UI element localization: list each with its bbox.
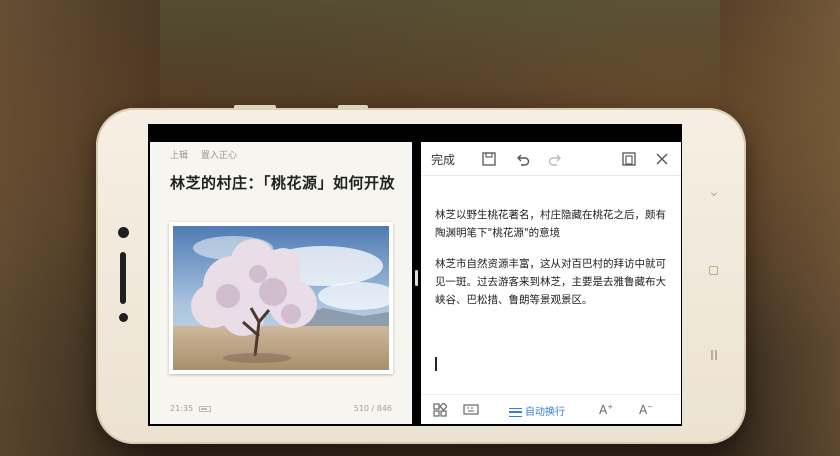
note-editor-pane[interactable]: 完成 林芝以野生桃花著名，村庄隐藏在桃花之后，颇有陶渊明笔下"桃花源"的意境 林… (421, 142, 681, 424)
reader-footer-time: 21:35 (170, 404, 212, 413)
volume-button (234, 105, 276, 110)
battery-icon (199, 405, 212, 412)
keyboard-icon[interactable] (463, 403, 479, 417)
font-decrease-icon[interactable]: A− (639, 403, 653, 417)
editor-bottom-bar: 自动换行 A+ A− (421, 394, 681, 424)
split-divider-handle[interactable] (415, 270, 418, 286)
article-photo[interactable] (169, 222, 398, 374)
earpiece-speaker (120, 252, 126, 304)
breadcrumb-item[interactable]: 上辑 (170, 151, 188, 161)
peach-tree-image (173, 226, 398, 370)
done-button[interactable]: 完成 (431, 151, 455, 168)
auto-wrap-label: 自动换行 (525, 407, 565, 418)
power-button (338, 105, 368, 110)
copy-window-icon[interactable] (621, 151, 637, 167)
editor-paragraph: 林芝市自然资源丰富，这从对百巴村的拜访中就可见一斑。过去游客来到林芝，主要是去雅… (435, 258, 666, 306)
redo-icon[interactable] (547, 151, 563, 167)
article-title: 林芝的村庄：「桃花源」如何开放 (170, 174, 396, 192)
editor-paragraph: 林芝以野生桃花著名，村庄隐藏在桃花之后，颇有陶渊明笔下"桃花源"的意境 (435, 209, 666, 239)
home-icon[interactable] (709, 266, 718, 275)
background-top (160, 0, 720, 110)
reader-pane[interactable]: 上辑 置入正心 林芝的村庄：「桃花源」如何开放 21:35 510 / 846 (150, 142, 412, 424)
auto-wrap-button[interactable]: 自动换行 (509, 403, 565, 418)
editor-toolbar: 完成 (421, 142, 681, 176)
front-camera (118, 227, 129, 238)
page-counter: 510 / 846 (353, 404, 392, 413)
breadcrumb: 上辑 置入正心 (170, 148, 247, 161)
clock-time: 21:35 (170, 404, 194, 413)
wrap-lines-icon (509, 407, 522, 417)
chevron-down-icon[interactable]: ⌄ (708, 184, 720, 200)
phone-screen: 上辑 置入正心 林芝的村庄：「桃花源」如何开放 21:35 510 / 846 … (148, 124, 682, 426)
close-icon[interactable] (654, 151, 670, 167)
grid-icon[interactable] (433, 403, 447, 417)
undo-icon[interactable] (515, 151, 531, 167)
editor-text-area[interactable]: 林芝以野生桃花著名，村庄隐藏在桃花之后，颇有陶渊明笔下"桃花源"的意境 林芝市自… (435, 206, 669, 322)
breadcrumb-item[interactable]: 置入正心 (201, 151, 237, 161)
save-icon[interactable] (481, 151, 497, 167)
font-increase-icon[interactable]: A+ (599, 403, 613, 417)
text-cursor (435, 357, 437, 371)
menu-icon[interactable] (711, 350, 717, 360)
proximity-sensor (119, 313, 128, 322)
